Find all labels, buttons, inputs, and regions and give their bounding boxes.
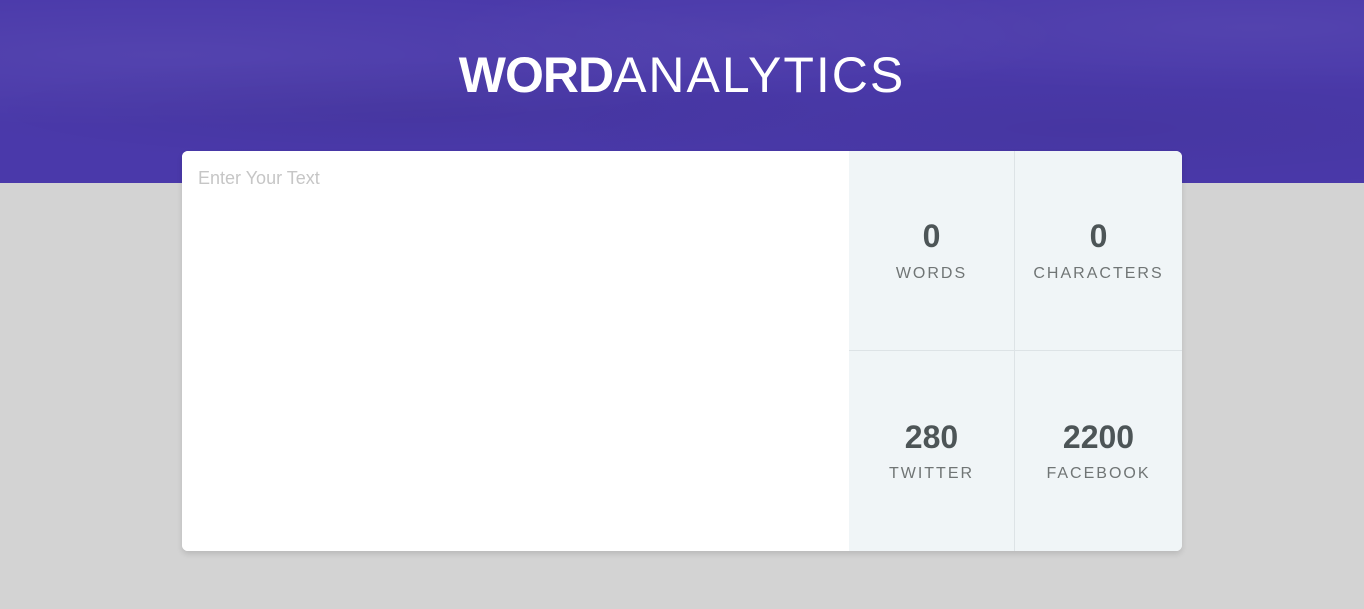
- stat-words: 0 WORDS: [849, 151, 1015, 351]
- stat-facebook: 2200 FACEBOOK: [1015, 351, 1182, 551]
- stat-characters: 0 CHARACTERS: [1015, 151, 1182, 351]
- twitter-label: TWITTER: [888, 465, 975, 482]
- main-card: 0 WORDS 0 CHARACTERS 280 TWITTER 2200 FA…: [182, 151, 1182, 551]
- words-label: WORDS: [895, 265, 968, 282]
- stats-panel: 0 WORDS 0 CHARACTERS 280 TWITTER 2200 FA…: [849, 151, 1182, 551]
- app-logo: WORDANALYTICS: [0, 44, 1364, 106]
- facebook-label: FACEBOOK: [1046, 465, 1151, 482]
- words-count: 0: [922, 218, 941, 254]
- text-input[interactable]: [182, 151, 849, 551]
- characters-count: 0: [1089, 218, 1108, 254]
- logo-word: WORD: [458, 47, 614, 103]
- stat-twitter: 280 TWITTER: [849, 351, 1015, 551]
- facebook-remaining: 2200: [1062, 419, 1135, 455]
- characters-label: CHARACTERS: [1033, 265, 1164, 282]
- twitter-remaining: 280: [904, 419, 959, 455]
- logo-analytics: ANALYTICS: [613, 47, 906, 103]
